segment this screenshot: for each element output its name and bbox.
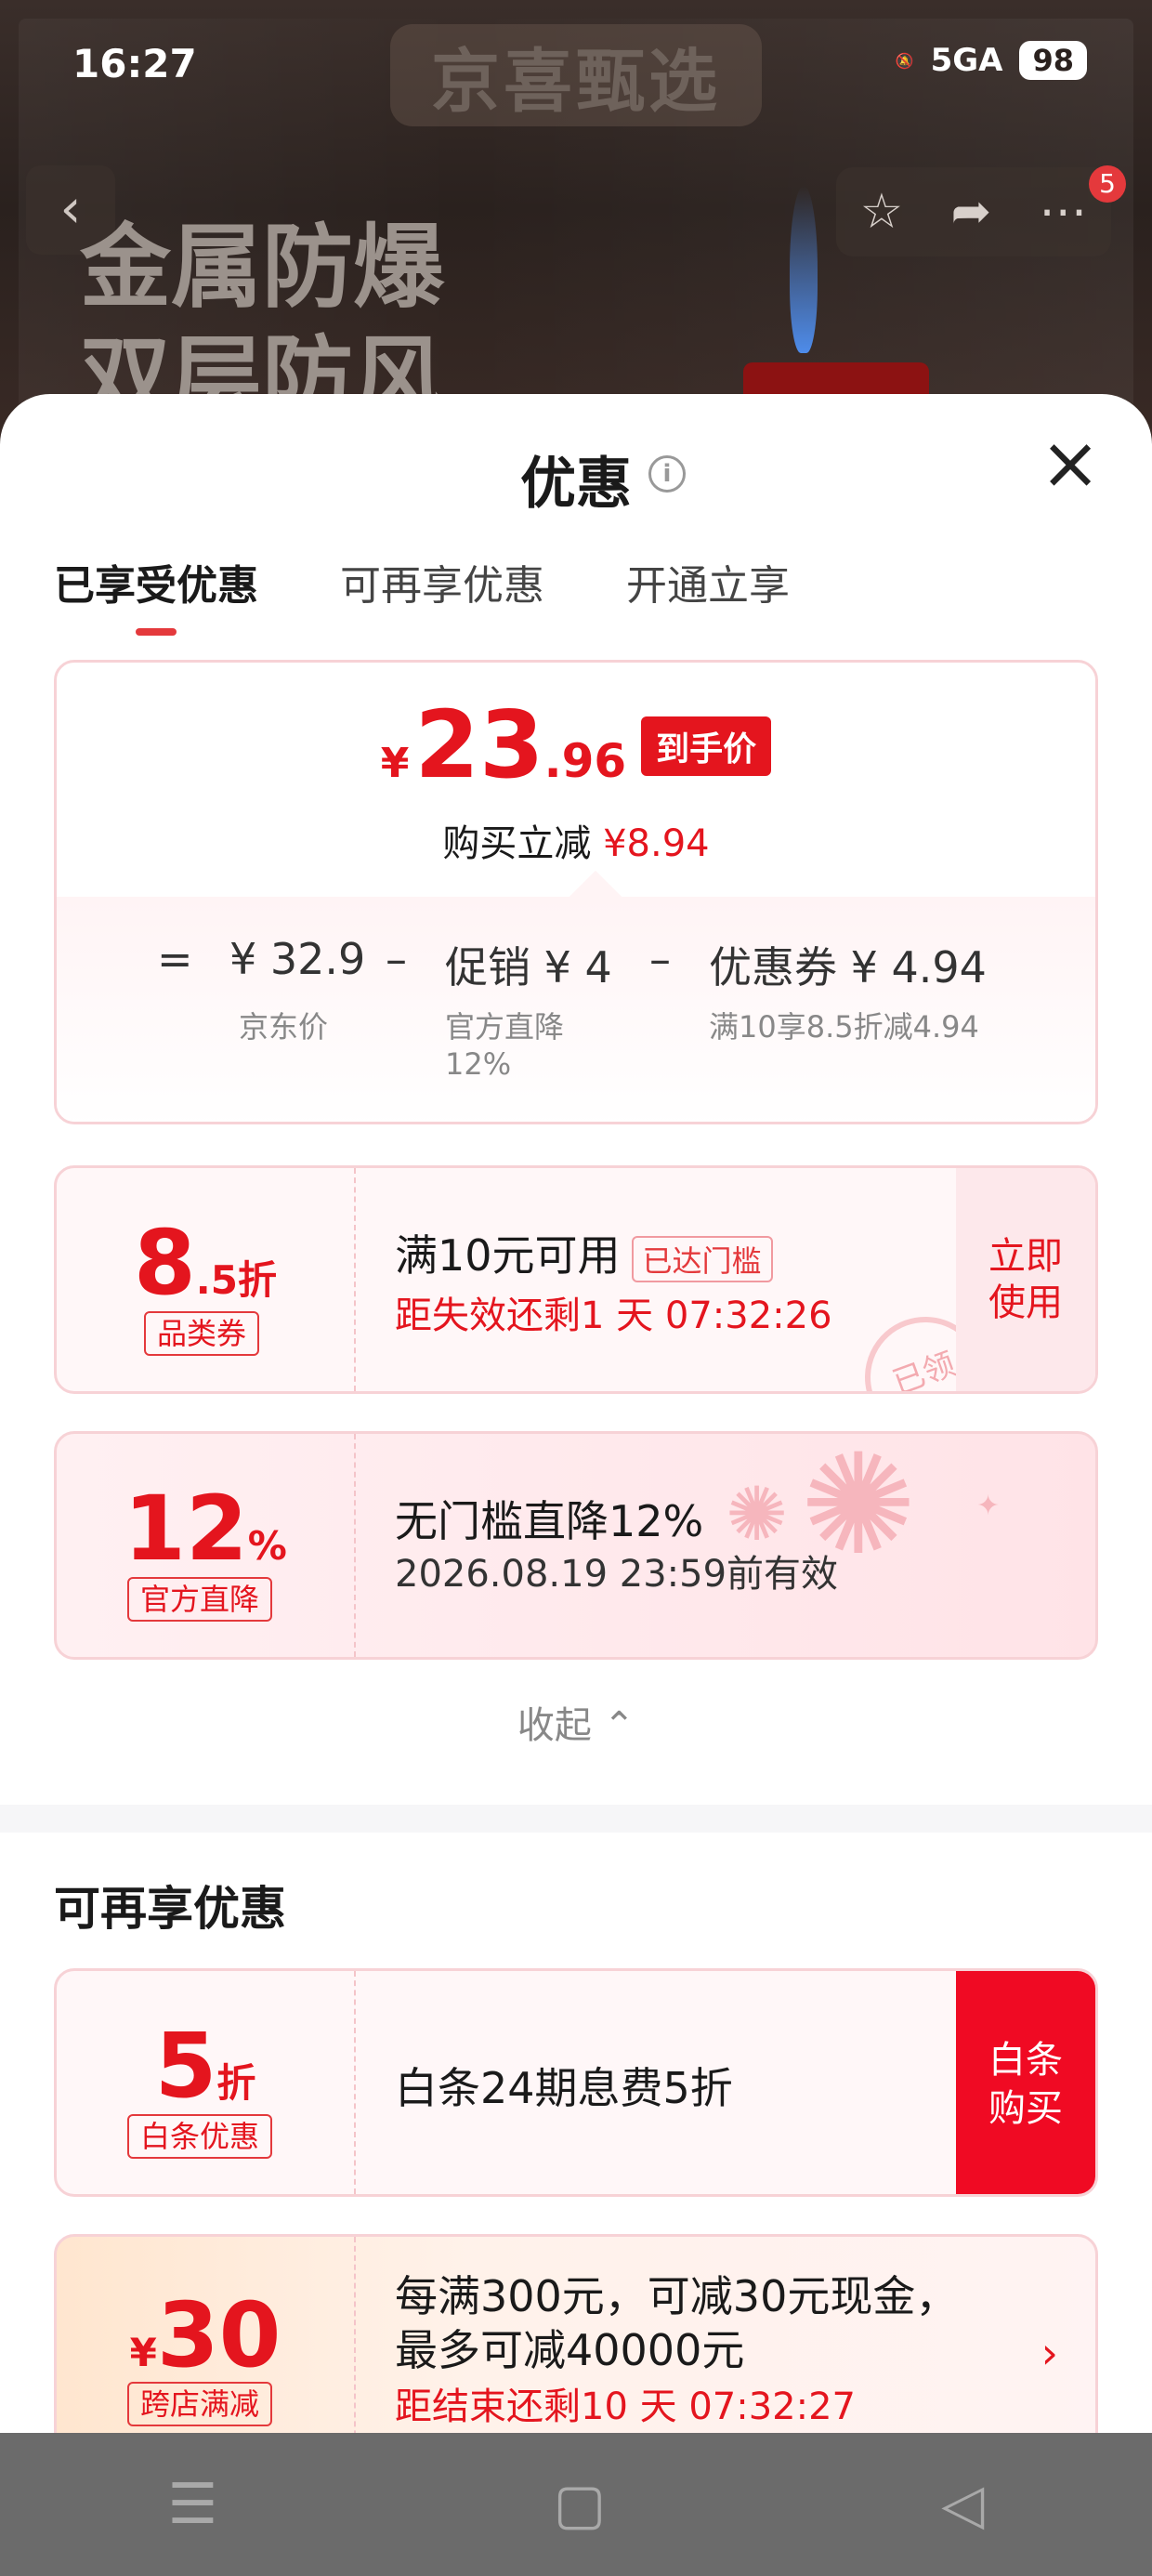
home-icon[interactable]: ▢ <box>553 2472 606 2537</box>
threshold-reached-tag: 已达门槛 <box>631 1235 773 1282</box>
tab-bar: 已享受优惠 可再享优惠 开通立享 <box>54 552 790 636</box>
more-icon[interactable]: ⋯ <box>1039 184 1087 240</box>
cross-store-title-line1: 每满300元，可减30元现金， <box>395 2271 959 2321</box>
tab-more-offers[interactable]: 可再享优惠 <box>340 552 544 611</box>
final-price-tag: 到手价 <box>641 716 772 776</box>
chevron-right-icon[interactable]: › <box>1041 2328 1058 2378</box>
tab-activate[interactable]: 开通立享 <box>626 552 790 611</box>
firework-decoration: ✺ <box>800 1431 917 1586</box>
info-icon[interactable]: i <box>648 455 686 493</box>
cross-store-chip: 跨店满减 <box>127 2382 273 2426</box>
back-nav-icon[interactable]: ◁ <box>941 2472 984 2537</box>
price-decimal: .96 <box>543 734 627 788</box>
notification-badge: 5 <box>1089 165 1126 203</box>
collapse-toggle[interactable]: 收起 ⌃ <box>0 1695 1152 1749</box>
cross-store-title-line2: 最多可减40000元 <box>395 2325 745 2375</box>
sparkle-decoration: ✦ <box>976 1490 1001 1522</box>
section-separator <box>0 1805 1152 1833</box>
coupon-label: 满10享8.5折减4.94 <box>709 1009 979 1045</box>
coupon-expiry: 距失效还剩1 天 07:32:26 <box>395 1295 832 1337</box>
category-coupon-card: 8.5折 品类券 满10元可用 已达门槛 距失效还剩1 天 07:32:26 已领… <box>54 1165 1098 1394</box>
section-title: 可再享优惠 <box>54 1882 286 1936</box>
baitiao-value: 5折 <box>154 2014 256 2118</box>
top-action-group: ☆ ➦ ⋯ <box>836 167 1111 256</box>
final-price: ¥ 23 .96 到手价 <box>57 690 1095 799</box>
battery-icon: 98 <box>1019 41 1087 80</box>
close-button[interactable]: × <box>1039 427 1102 500</box>
minus-sign-1: – <box>386 934 407 984</box>
use-now-button[interactable]: 立即 使用 <box>956 1168 1095 1391</box>
brand-title: 京喜甄选 <box>431 42 721 122</box>
menu-icon[interactable]: ☰ <box>168 2472 218 2537</box>
status-time: 16:27 <box>72 41 197 86</box>
promo-label: 官方直降 12% <box>445 1009 565 1082</box>
baitiao-title: 白条24期息费5折 <box>395 2063 733 2113</box>
price-formula: = ¥ 32.9 京东价 – 促销 ¥ 4 官方直降 12% – 优惠券 ¥ 4… <box>57 897 1095 1122</box>
baitiao-chip: 白条优惠 <box>127 2114 273 2159</box>
tab-enjoyed[interactable]: 已享受优惠 <box>54 552 258 636</box>
firework-decoration: ✺ <box>726 1471 789 1557</box>
discount-value: 12% <box>124 1477 287 1581</box>
jd-price-label: 京东价 <box>239 1009 329 1045</box>
coupon-amount: 优惠券 ¥ 4.94 <box>709 942 987 992</box>
sheet-title: 优惠 <box>520 452 632 517</box>
coupon-type-chip: 品类券 <box>144 1311 260 1356</box>
dashed-divider <box>354 1434 356 1657</box>
system-nav-bar: ☰ ▢ ◁ <box>0 2433 1152 2576</box>
dashed-divider <box>354 1168 356 1391</box>
equals-sign: = <box>157 934 193 984</box>
official-discount-card: 12% 官方直降 无门槛直降12% 2026.08.19 23:59前有效 ✺ … <box>54 1431 1098 1660</box>
discount-title: 无门槛直降12% <box>395 1496 704 1546</box>
price-integer: 23 <box>414 690 544 799</box>
coupon-title: 满10元可用 已达门槛 <box>395 1222 773 1283</box>
promo-amount: 促销 ¥ 4 <box>445 942 612 992</box>
save-amount: ¥8.94 <box>603 822 710 865</box>
coupon-value: 8.5折 <box>134 1211 277 1315</box>
save-line: 购买立减 ¥8.94 <box>57 813 1095 867</box>
flame-graphic <box>790 186 818 353</box>
baitiao-buy-button[interactable]: 白条 购买 <box>956 1971 1095 2194</box>
minus-sign-2: – <box>649 934 671 984</box>
mute-icon: 🔕 <box>895 51 914 70</box>
jd-price: ¥ 32.9 <box>229 934 366 984</box>
price-summary-card: ¥ 23 .96 到手价 购买立减 ¥8.94 = ¥ 32.9 京东价 – 促… <box>54 660 1098 1124</box>
baitiao-offer-card: 5折 白条优惠 白条24期息费5折 白条 购买 <box>54 1968 1098 2197</box>
hero-line-1: 金属防爆 <box>80 215 445 321</box>
signal-icon: 5GA <box>930 42 1003 79</box>
share-icon[interactable]: ➦ <box>951 184 992 240</box>
save-text: 购买立减 <box>442 822 592 865</box>
dashed-divider <box>354 1971 356 2194</box>
cross-store-countdown: 距结束还剩10 天 07:32:27 <box>395 2385 856 2428</box>
star-icon[interactable]: ☆ <box>860 184 904 240</box>
status-icons: 🔕 5GA 98 <box>896 41 1087 80</box>
currency-symbol: ¥ <box>380 740 410 787</box>
discount-type-chip: 官方直降 <box>127 1577 273 1622</box>
cross-store-value: ¥30 <box>129 2283 281 2387</box>
discount-sheet: 优惠 i × 已享受优惠 可再享优惠 开通立享 ¥ 23 .96 到手价 购买立… <box>0 394 1152 2576</box>
